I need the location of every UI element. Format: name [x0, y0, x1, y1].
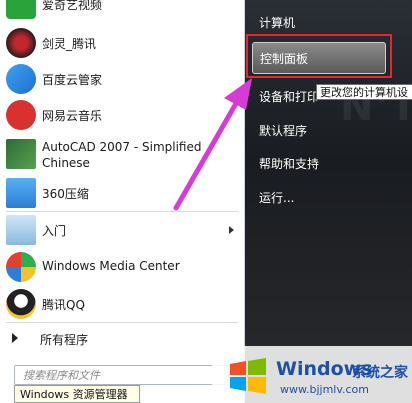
run-link[interactable]: 运行...: [259, 189, 294, 206]
expand-arrow-icon: [12, 333, 18, 343]
program-item[interactable]: Windows Media Center: [0, 249, 244, 285]
netease-music-icon: [6, 100, 36, 130]
program-item[interactable]: 网易云音乐: [0, 97, 244, 133]
qq-icon: [6, 289, 36, 319]
watermark-url: www.bjjmlv.com: [280, 383, 369, 396]
submenu-arrow-icon: [229, 226, 234, 234]
media-center-icon: [6, 252, 36, 282]
watermark-cn: 系统之家: [352, 365, 408, 381]
baidu-cloud-icon: [6, 64, 36, 94]
program-item[interactable]: 腾讯QQ: [0, 286, 244, 322]
devices-printers-link[interactable]: 设备和打印: [259, 88, 319, 105]
360zip-icon: [6, 178, 36, 208]
getting-started-icon: [6, 215, 36, 245]
default-programs-link[interactable]: 默认程序: [259, 122, 307, 139]
program-item[interactable]: AutoCAD 2007 - Simplified Chinese: [0, 136, 244, 172]
taskbar-tooltip: Windows 资源管理器: [14, 385, 140, 403]
help-support-link[interactable]: 帮助和支持: [259, 155, 319, 172]
all-programs-button[interactable]: 所有程序: [0, 326, 244, 350]
blade-soul-icon: [6, 28, 36, 58]
program-item[interactable]: 爱奇艺视频: [0, 0, 244, 22]
windows-logo-icon: [230, 358, 266, 394]
program-item[interactable]: 剑灵_腾讯: [0, 25, 244, 61]
system-pane: N'T 计算机 控制面板 设备和打印 默认程序 帮助和支持 运行...: [245, 0, 412, 403]
search-input[interactable]: 搜索程序和文件: [14, 365, 232, 385]
control-panel-tooltip: 更改您的计算机设: [316, 84, 412, 100]
programs-pane: 爱奇艺视频 剑灵_腾讯 百度云管家 网易云音乐 AutoCAD 2007 - S…: [0, 0, 245, 403]
program-item[interactable]: 360压缩: [0, 175, 244, 211]
iqiyi-icon: [6, 0, 36, 19]
program-item[interactable]: 入门: [0, 212, 244, 248]
computer-link[interactable]: 计算机: [259, 14, 295, 31]
divider: [6, 322, 238, 323]
autocad-icon: [6, 139, 36, 169]
control-panel-link[interactable]: 控制面板: [252, 42, 386, 74]
program-item[interactable]: 百度云管家: [0, 61, 244, 97]
start-menu: 爱奇艺视频 剑灵_腾讯 百度云管家 网易云音乐 AutoCAD 2007 - S…: [0, 0, 412, 403]
